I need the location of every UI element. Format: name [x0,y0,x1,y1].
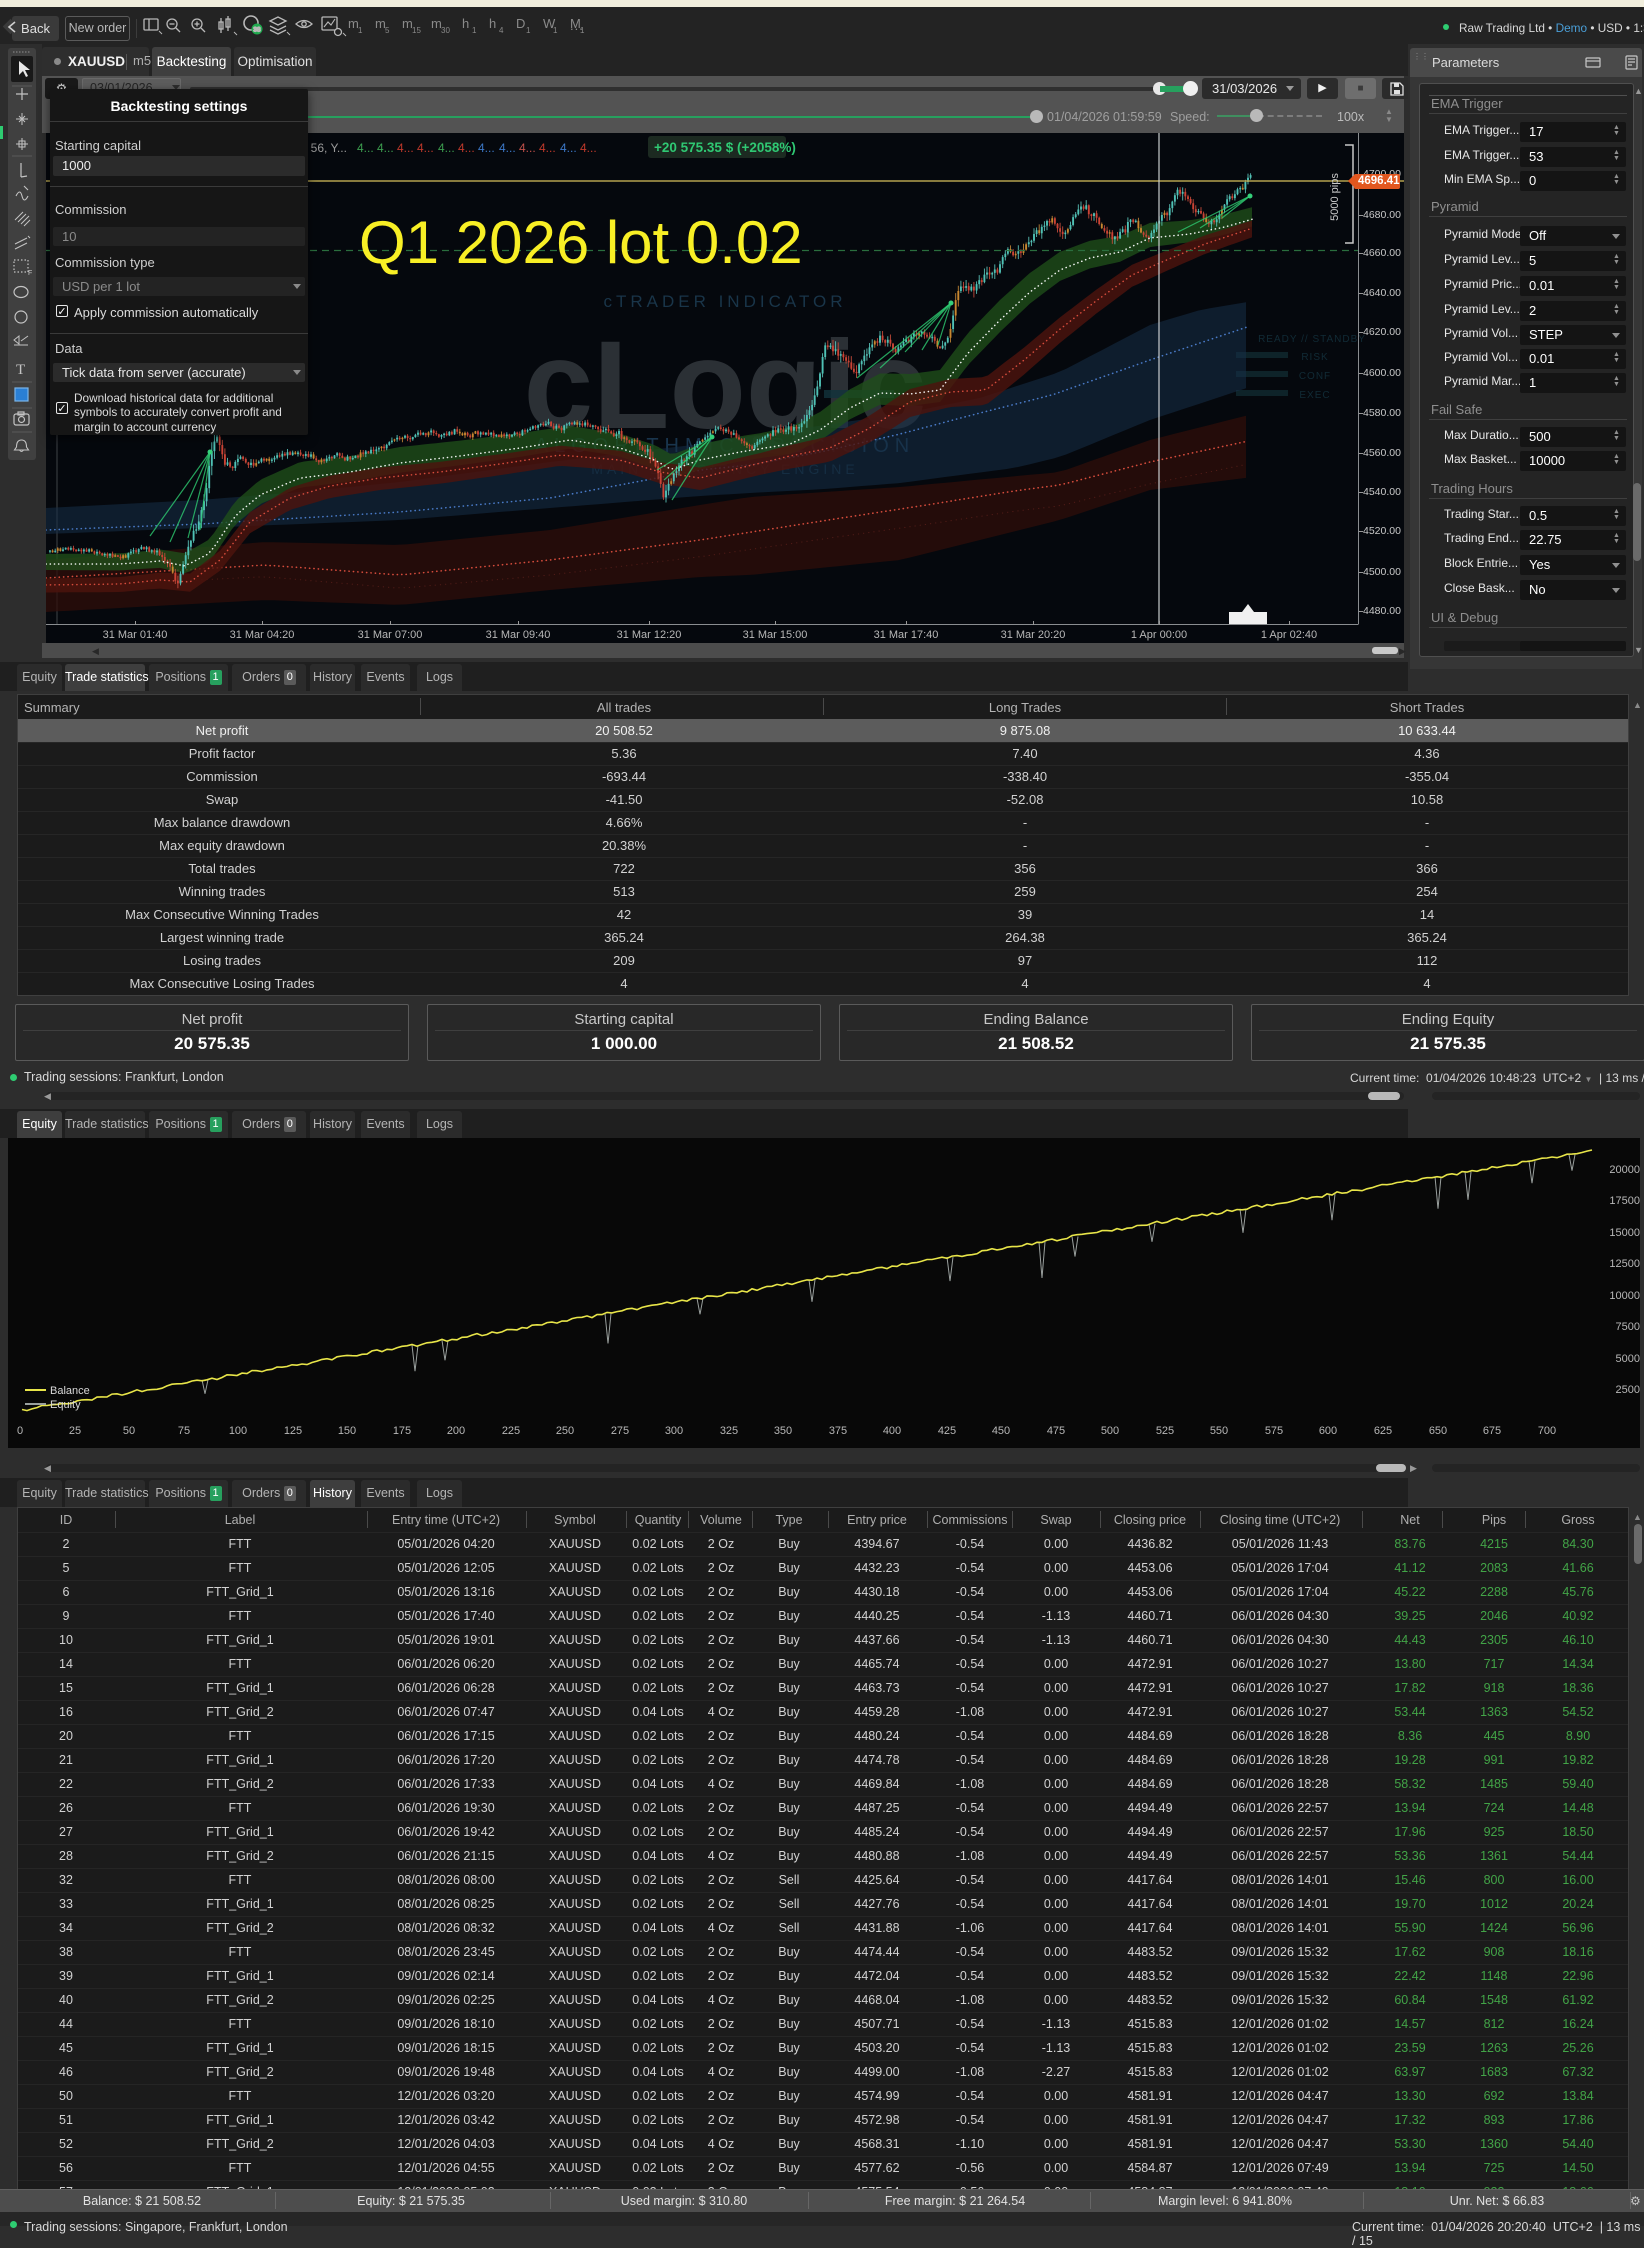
svg-text:5: 5 [385,26,390,35]
svg-text:h: h [489,16,496,31]
svg-text:F: F [28,270,32,277]
svg-text:1: 1 [553,26,558,35]
svg-text:D: D [516,16,525,31]
svg-text:EXEC: EXEC [1299,390,1330,401]
svg-text:1: 1 [526,26,531,35]
svg-text:30: 30 [441,26,450,35]
svg-text:4: 4 [499,26,504,35]
svg-text:T: T [16,362,25,378]
svg-text:cTRADER INDICATOR: cTRADER INDICATOR [603,292,846,311]
svg-text:CONF: CONF [1299,371,1331,382]
svg-text:h: h [462,16,469,31]
svg-text:38: 38 [253,27,261,34]
svg-text:RISK: RISK [1301,352,1328,363]
svg-text:1: 1 [472,26,477,35]
svg-text:READY // STANDBY: READY // STANDBY [1258,334,1366,345]
svg-text:1: 1 [358,26,363,35]
svg-text:15: 15 [412,26,421,35]
svg-text:5000 pips: 5000 pips [1329,173,1341,221]
